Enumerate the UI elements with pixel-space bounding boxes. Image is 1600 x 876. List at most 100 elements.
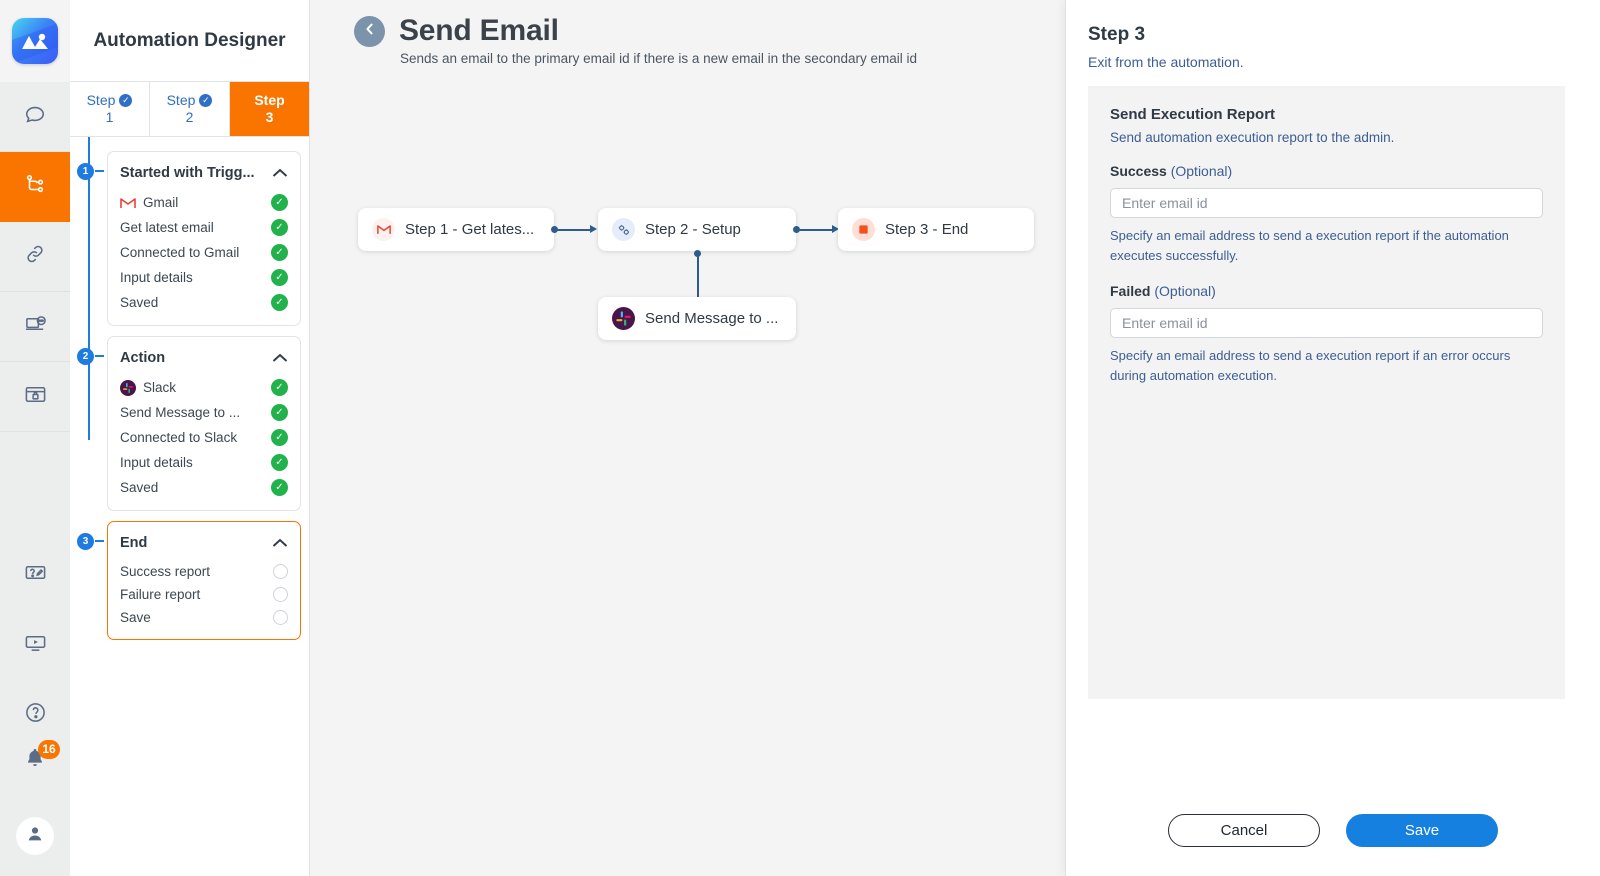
automation-subtitle: Sends an email to the primary email id i… — [400, 51, 917, 66]
step-group-2-header[interactable]: Action — [108, 343, 300, 375]
tab-step-2[interactable]: Step ✓ 2 — [150, 82, 230, 136]
status-check-icon: ✓ — [271, 454, 288, 471]
inspector-footer: Cancel Save — [1066, 785, 1600, 876]
step-inspector-panel: Step 3 Exit from the automation. Send Ex… — [1065, 0, 1600, 876]
rail-bottom-group: 16 — [0, 724, 70, 876]
avatar-wrap — [0, 796, 70, 876]
list-item-label: Saved — [120, 480, 159, 495]
success-label-text: Success — [1110, 163, 1167, 179]
rail-spacer — [0, 432, 70, 540]
list-item[interactable]: Connected to Gmail ✓ — [108, 240, 300, 265]
sidebar-item-forms[interactable] — [0, 540, 70, 610]
step-group-2: 2 Action Slack ✓ Send Message to ... ✓ C… — [77, 336, 301, 511]
flow-arrow-icon — [590, 225, 597, 233]
list-item[interactable]: Input details ✓ — [108, 450, 300, 475]
inspector-content: Step 3 Exit from the automation. Send Ex… — [1066, 0, 1600, 699]
page-title: Automation Designer — [70, 0, 309, 82]
list-item[interactable]: Saved ✓ — [108, 290, 300, 315]
user-avatar-icon — [24, 823, 46, 850]
sidebar-item-workspace[interactable] — [0, 362, 70, 432]
list-item[interactable]: Send Message to ... ✓ — [108, 400, 300, 425]
slack-icon — [612, 307, 635, 330]
back-button[interactable] — [354, 15, 385, 47]
sidebar-item-chat[interactable] — [0, 82, 70, 152]
browser-briefcase-icon — [24, 383, 47, 411]
chat-bubble-icon — [24, 103, 46, 130]
flow-node-step-2-label: Step 2 - Setup — [645, 221, 741, 238]
tab-step-3-label: Step — [254, 91, 285, 108]
sidebar-item-tutorials[interactable] — [0, 610, 70, 680]
list-item[interactable]: Saved ✓ — [108, 475, 300, 500]
chevron-up-icon[interactable] — [272, 537, 288, 550]
step-group-3-badge: 3 — [77, 533, 104, 550]
sidebar-item-automation-designer[interactable] — [0, 152, 70, 222]
status-pending-icon — [273, 587, 288, 602]
step-group-3-title: End — [120, 535, 148, 551]
chevron-up-icon[interactable] — [272, 167, 288, 180]
list-item-label: Input details — [120, 270, 193, 285]
save-button[interactable]: Save — [1346, 814, 1498, 847]
sidebar-item-connections[interactable] — [0, 222, 70, 292]
list-item-label: Connected to Gmail — [120, 245, 240, 260]
success-email-input[interactable] — [1110, 188, 1543, 218]
list-item[interactable]: Connected to Slack ✓ — [108, 425, 300, 450]
check-circle-icon: ✓ — [199, 93, 213, 107]
flow-node-send-message[interactable]: Send Message to ... — [598, 297, 796, 340]
list-item[interactable]: Success report — [108, 560, 300, 583]
flow-edge — [557, 228, 591, 231]
tab-step-2-number: 2 — [185, 109, 194, 125]
automation-title: Send Email — [399, 14, 559, 47]
rail-item-list — [0, 82, 70, 750]
flow-node-step-1-label: Step 1 - Get lates... — [405, 221, 535, 238]
step-group-3-header[interactable]: End — [108, 528, 300, 560]
status-pending-icon — [273, 610, 288, 625]
section-subtitle: Send automation execution report to the … — [1110, 130, 1395, 145]
list-item-label: Gmail — [143, 195, 179, 210]
cancel-button[interactable]: Cancel — [1168, 814, 1320, 847]
step-group-1-header[interactable]: Started with Trigg... — [108, 158, 300, 190]
list-item[interactable]: Gmail ✓ — [108, 190, 300, 215]
list-item[interactable]: Get latest email ✓ — [108, 215, 300, 240]
flow-node-step-3-label: Step 3 - End — [885, 221, 969, 238]
flow-node-step-1[interactable]: Step 1 - Get lates... — [358, 208, 554, 251]
list-item[interactable]: Slack ✓ — [108, 375, 300, 400]
tab-step-3[interactable]: Step 3 — [230, 82, 309, 136]
avatar[interactable] — [16, 817, 54, 855]
notifications-button[interactable]: 16 — [0, 724, 70, 796]
list-item-label: Input details — [120, 455, 193, 470]
failed-email-input[interactable] — [1110, 308, 1543, 338]
status-check-icon: ✓ — [271, 219, 288, 236]
list-item[interactable]: Save — [108, 606, 300, 629]
status-check-icon: ✓ — [271, 479, 288, 496]
gmail-icon — [120, 195, 136, 211]
list-item[interactable]: Failure report — [108, 583, 300, 606]
execution-report-section: Send Execution Report Send automation ex… — [1088, 86, 1565, 699]
timeline-connector — [88, 137, 90, 440]
list-item-label: Send Message to ... — [120, 405, 241, 420]
inspector-title: Step 3 — [1088, 24, 1146, 45]
workflow-branch-icon — [24, 173, 46, 200]
status-check-icon: ✓ — [271, 194, 288, 211]
step-group-2-card: Action Slack ✓ Send Message to ... ✓ Con… — [107, 336, 301, 511]
status-check-icon: ✓ — [271, 379, 288, 396]
sidebar-item-support[interactable] — [0, 292, 70, 362]
tab-step-1[interactable]: Step ✓ 1 — [70, 82, 150, 136]
chevron-left-circle-icon — [363, 22, 377, 41]
status-check-icon: ✓ — [271, 404, 288, 421]
stop-square-icon — [852, 218, 875, 241]
step-group-1-badge: 1 — [77, 163, 104, 180]
automation-canvas: Send Email Sends an email to the primary… — [310, 0, 1585, 876]
list-item[interactable]: Input details ✓ — [108, 265, 300, 290]
flow-node-step-2[interactable]: Step 2 - Setup — [598, 208, 796, 251]
flow-node-send-message-label: Send Message to ... — [645, 310, 779, 327]
step-group-list: 1 Started with Trigg... Gmail ✓ Get late… — [70, 137, 309, 640]
flow-node-step-3[interactable]: Step 3 - End — [838, 208, 1034, 251]
gmail-icon — [372, 218, 395, 241]
link-chain-icon — [24, 243, 46, 270]
step-group-1-card: Started with Trigg... Gmail ✓ Get latest… — [107, 151, 301, 326]
app-logo[interactable] — [0, 0, 70, 82]
chevron-up-icon[interactable] — [272, 352, 288, 365]
notification-count-badge: 16 — [38, 740, 60, 759]
flow-edge — [799, 228, 833, 231]
image-gallery-logo-icon — [12, 18, 58, 64]
